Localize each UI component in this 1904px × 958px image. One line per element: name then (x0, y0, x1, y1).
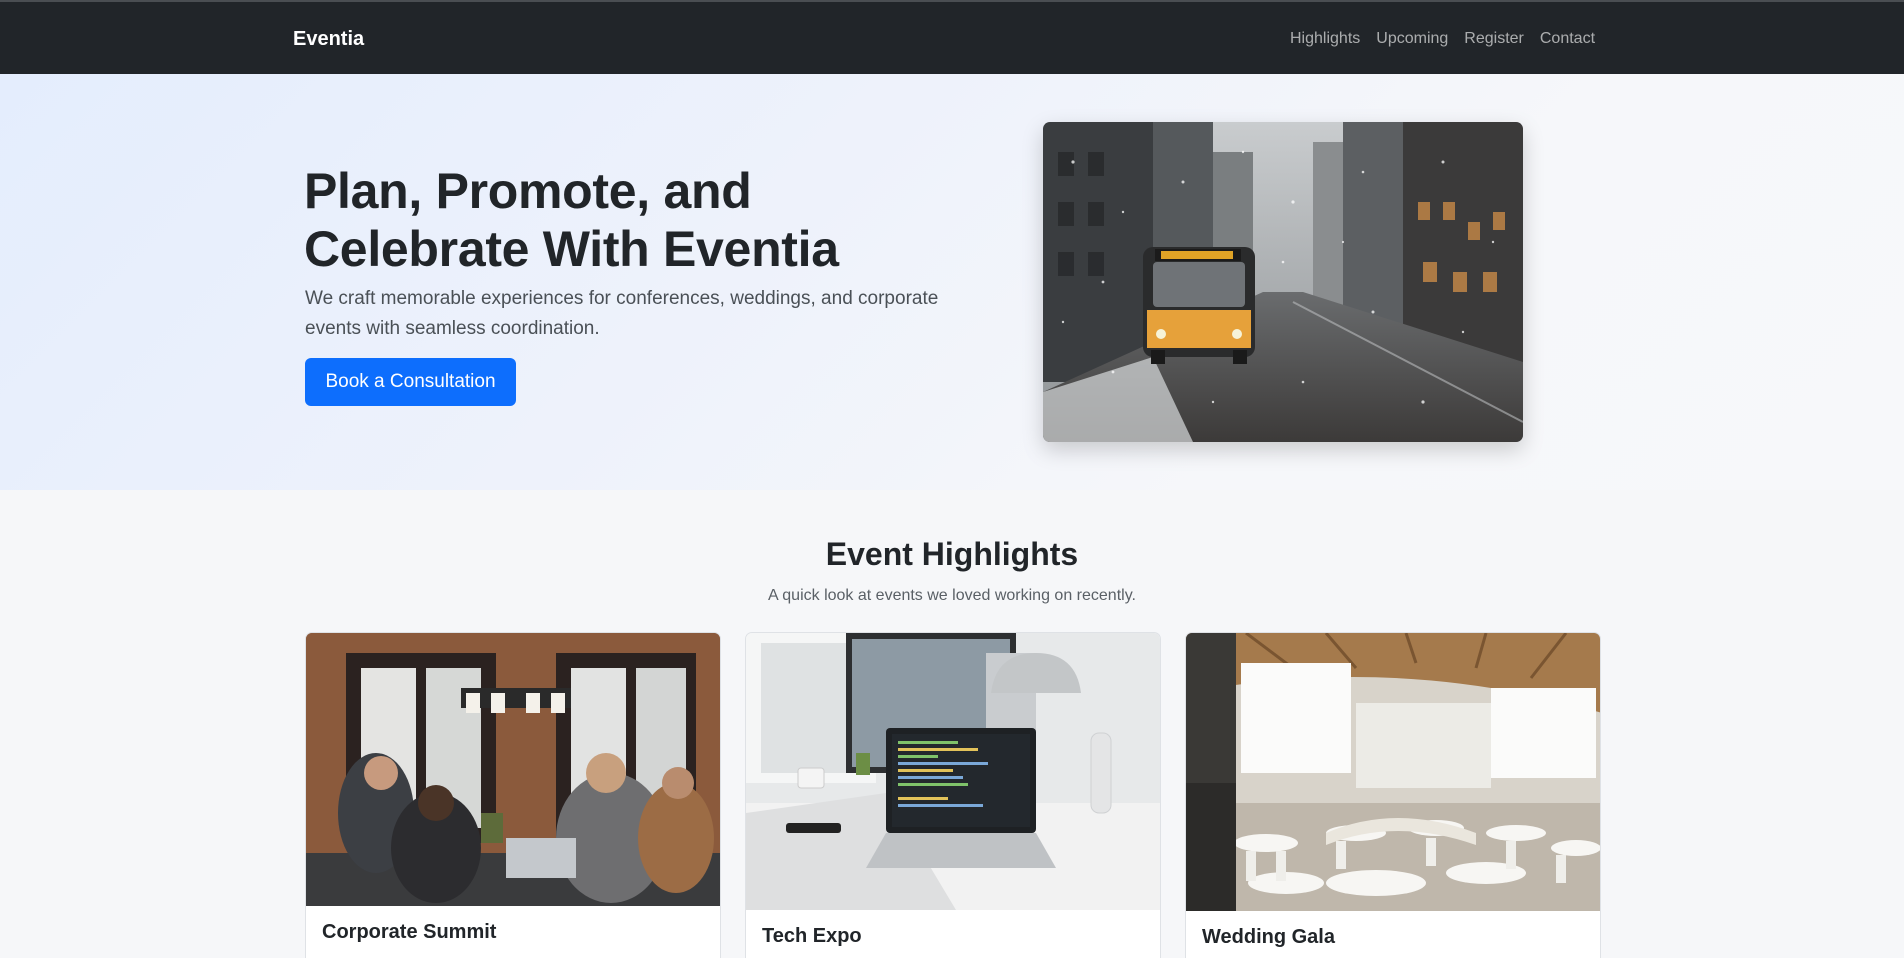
card-title-corporate-summit: Corporate Summit (322, 921, 497, 943)
card-title-tech-expo: Tech Expo (762, 925, 862, 947)
nav-link-upcoming[interactable]: Upcoming (1376, 30, 1448, 48)
event-card-corporate-summit[interactable]: Corporate Summit (305, 632, 721, 958)
hero-lead: We craft memorable experiences for confe… (305, 288, 939, 339)
hero-section (0, 74, 1904, 490)
brand-logo[interactable]: Eventia (293, 28, 364, 51)
highlights-title: Event Highlights (825, 536, 1079, 572)
card-title-wedding-gala: Wedding Gala (1202, 926, 1335, 948)
event-card-wedding-gala[interactable]: Wedding Gala (1185, 632, 1601, 958)
nav-link-register[interactable]: Register (1464, 30, 1524, 48)
team-meeting-photo (306, 633, 720, 906)
hero-title: Plan, Promote, and Celebrate With Eventi… (304, 163, 839, 277)
highlights-subtitle: A quick look at events we loved working … (768, 587, 1136, 604)
snowy-city-street-bus-photo (1043, 122, 1523, 442)
laptop-desk-photo (746, 633, 1160, 910)
event-card-tech-expo[interactable]: Tech Expo (745, 632, 1161, 958)
book-consultation-button[interactable]: Book a Consultation (305, 358, 516, 406)
nav-link-contact[interactable]: Contact (1540, 30, 1595, 48)
nav-links: Highlights Upcoming Register Contact (1290, 2, 1610, 76)
top-navbar: Eventia Highlights Upcoming Register Con… (0, 0, 1904, 74)
banquet-hall-photo (1186, 633, 1600, 911)
nav-link-highlights[interactable]: Highlights (1290, 30, 1360, 48)
